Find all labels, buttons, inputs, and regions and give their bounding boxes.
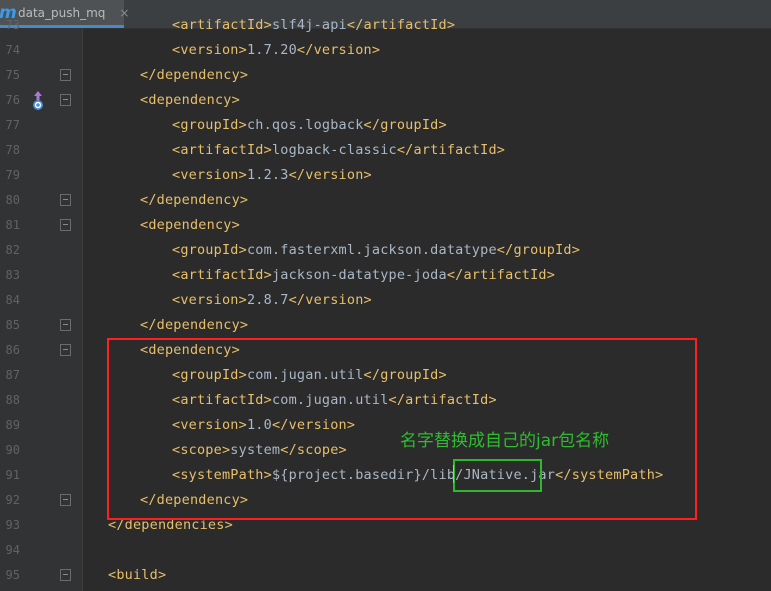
code-line[interactable]: 81 <dependency> <box>0 213 771 238</box>
xml-close-tag: </groupId> <box>363 117 447 133</box>
xml-open-tag: <version> <box>172 292 247 308</box>
code-line[interactable]: 84 <version>2.8.7</version> <box>0 288 771 313</box>
code-line[interactable]: 74 <version>1.7.20</version> <box>0 38 771 63</box>
line-number: 82 <box>5 243 20 257</box>
xml-open-tag: <dependency> <box>140 217 240 233</box>
xml-value: com.fasterxml.jackson.datatype <box>246 242 497 258</box>
code-line[interactable]: 82 <groupId>com.fasterxml.jackson.datatyp… <box>0 238 771 263</box>
xml-close-tag: </dependency> <box>140 317 249 333</box>
fold-toggle-icon[interactable] <box>60 494 71 506</box>
fold-toggle-icon[interactable] <box>60 219 71 231</box>
xml-value: 2.8.7 <box>246 292 289 308</box>
code-line[interactable]: 75 </dependency> <box>0 63 771 88</box>
code-line[interactable]: 76 <dependency> <box>0 88 771 113</box>
xml-open-tag: <artifactId> <box>172 267 272 283</box>
xml-close-tag: </artifactId> <box>446 267 556 283</box>
line-number: 85 <box>5 318 20 332</box>
xml-close-tag: </dependency> <box>140 192 249 208</box>
xml-open-tag: <groupId> <box>172 242 247 258</box>
line-number: 80 <box>5 193 20 207</box>
line-number: 93 <box>5 518 20 532</box>
line-number: 83 <box>5 268 20 282</box>
code-line[interactable]: 94 <box>0 538 771 563</box>
xml-open-tag: <artifactId> <box>172 142 272 158</box>
code-line[interactable]: 78 <artifactId>logback-classic</artifactI… <box>0 138 771 163</box>
xml-value: logback-classic <box>271 142 397 158</box>
code-line[interactable]: 73 <artifactId>slf4j-api</artifactId> <box>0 13 771 38</box>
code-text: <version>1.2.3</version> <box>172 167 372 183</box>
fold-toggle-icon[interactable] <box>60 94 71 106</box>
code-text: </dependency> <box>140 317 248 333</box>
code-line[interactable]: 95 <build> <box>0 563 771 588</box>
highlight-green-box <box>453 459 542 492</box>
code-text: <artifactId>logback-classic</artifactId> <box>172 142 505 158</box>
xml-close-tag: </version> <box>296 42 381 58</box>
line-number: 79 <box>5 168 20 182</box>
xml-close-tag: </artifactId> <box>396 142 506 158</box>
xml-value: 1.2.3 <box>246 167 289 183</box>
xml-open-tag: <artifactId> <box>172 17 272 33</box>
line-number: 73 <box>5 18 20 32</box>
line-number: 91 <box>5 468 20 482</box>
xml-close-tag: </dependency> <box>140 67 249 83</box>
line-number: 78 <box>5 143 20 157</box>
code-line[interactable]: 77 <groupId>ch.qos.logback</groupId> <box>0 113 771 138</box>
code-line[interactable]: 83 <artifactId>jackson-datatype-joda</art… <box>0 263 771 288</box>
xml-close-tag: </artifactId> <box>346 17 456 33</box>
text-caret <box>453 465 454 483</box>
line-number: 81 <box>5 218 20 232</box>
line-number: 92 <box>5 493 20 507</box>
xml-value: slf4j-api <box>271 17 347 33</box>
line-number: 95 <box>5 568 20 582</box>
code-text: <artifactId>slf4j-api</artifactId> <box>172 17 455 33</box>
fold-toggle-icon[interactable] <box>60 194 71 206</box>
fold-toggle-icon[interactable] <box>60 69 71 81</box>
line-number: 84 <box>5 293 20 307</box>
xml-close-tag: </version> <box>288 167 372 183</box>
code-text: </dependency> <box>140 192 248 208</box>
code-text: <build> <box>108 567 166 583</box>
line-number: 89 <box>5 418 20 432</box>
xml-open-tag: <groupId> <box>172 117 247 133</box>
code-text: <version>2.8.7</version> <box>172 292 372 308</box>
code-text: <dependency> <box>140 217 240 233</box>
xml-close-tag: </version> <box>288 292 372 308</box>
line-number: 77 <box>5 118 20 132</box>
line-number: 94 <box>5 543 20 557</box>
xml-value: 1.7.20 <box>246 42 297 58</box>
code-text: </dependency> <box>140 67 248 83</box>
line-number: 88 <box>5 393 20 407</box>
line-number: 76 <box>5 93 20 107</box>
xml-value: jackson-datatype-joda <box>271 267 447 283</box>
line-number: 86 <box>5 343 20 357</box>
fold-toggle-icon[interactable] <box>60 344 71 356</box>
xml-open-tag: <version> <box>172 42 247 58</box>
override-arrow-icon[interactable] <box>30 90 46 112</box>
code-text: <dependency> <box>140 92 240 108</box>
line-number: 74 <box>5 43 20 57</box>
xml-open-tag: <dependency> <box>140 92 240 108</box>
xml-value: ch.qos.logback <box>246 117 364 133</box>
code-line[interactable]: 85 </dependency> <box>0 313 771 338</box>
annotation-text: 名字替换成自己的jar包名称 <box>400 431 610 451</box>
code-text: <artifactId>jackson-datatype-joda</artif… <box>172 267 555 283</box>
code-text: <groupId>ch.qos.logback</groupId> <box>172 117 447 133</box>
xml-open-tag: <version> <box>172 167 247 183</box>
code-text: <groupId>com.fasterxml.jackson.datatype<… <box>172 242 580 258</box>
line-number: 90 <box>5 443 20 457</box>
fold-toggle-icon[interactable] <box>60 319 71 331</box>
line-number: 75 <box>5 68 20 82</box>
code-line[interactable]: 80 </dependency> <box>0 188 771 213</box>
line-number: 87 <box>5 368 20 382</box>
fold-toggle-icon[interactable] <box>60 569 71 581</box>
code-line[interactable]: 79 <version>1.2.3</version> <box>0 163 771 188</box>
code-text: <version>1.7.20</version> <box>172 42 380 58</box>
xml-close-tag: </groupId> <box>496 242 581 258</box>
xml-open-tag: <build> <box>108 567 167 583</box>
